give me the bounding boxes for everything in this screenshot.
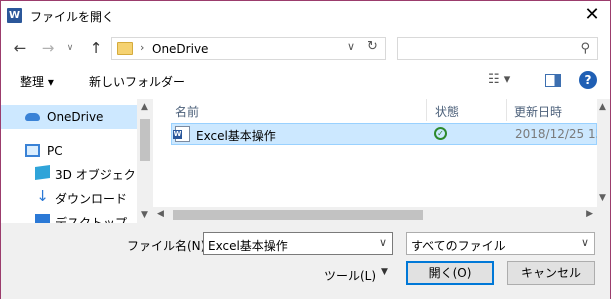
column-divider[interactable] <box>426 99 427 121</box>
sidebar-item-label: デスクトップ <box>55 216 128 223</box>
tools-button[interactable]: ツール(L) <box>324 267 376 284</box>
file-list-horizontal-scrollbar[interactable]: ◀ ▶ <box>153 207 597 223</box>
scroll-up-icon[interactable]: ▲ <box>599 102 606 112</box>
tools-dropdown-icon[interactable]: ▼ <box>381 267 388 277</box>
filename-label: ファイル名(N): <box>127 239 210 253</box>
file-name: Excel基本操作 <box>196 129 276 143</box>
sidebar-item-label: 3D オブジェクト <box>55 168 148 182</box>
scroll-thumb[interactable] <box>173 210 423 220</box>
refresh-icon[interactable]: ↻ <box>367 39 378 54</box>
folder-icon <box>117 42 133 55</box>
sort-ascending-icon: ^ <box>293 99 300 104</box>
word-document-icon: W <box>173 126 190 142</box>
search-input[interactable]: ⚲ <box>397 37 598 60</box>
help-icon[interactable]: ? <box>579 71 597 89</box>
sidebar-item-label: OneDrive <box>47 110 104 124</box>
forward-button[interactable]: → <box>38 37 58 59</box>
scroll-down-icon[interactable]: ▼ <box>599 193 606 203</box>
sync-status-icon: ✓ <box>434 127 447 140</box>
up-button[interactable]: ↑ <box>86 37 106 59</box>
back-button[interactable]: ← <box>10 37 30 59</box>
download-icon: ↓ <box>36 187 49 205</box>
word-app-icon: W <box>7 8 22 23</box>
view-options-icon[interactable]: ☷ ▾ <box>488 72 510 87</box>
preview-pane-icon[interactable] <box>545 74 561 87</box>
navigation-row: ← → ∨ ↑ › OneDrive ∨ ↻ ⚲ <box>1 35 610 63</box>
sidebar-item-label: ダウンロード <box>55 192 128 206</box>
new-folder-button[interactable]: 新しいフォルダー <box>89 73 185 90</box>
chevron-down-icon[interactable]: ∨ <box>379 236 387 249</box>
cancel-button[interactable]: キャンセル <box>507 261 595 285</box>
desktop-icon <box>35 214 50 223</box>
title-bar: W ファイルを開く ✕ <box>1 1 610 31</box>
breadcrumb[interactable]: OneDrive <box>152 42 208 56</box>
column-header-status[interactable]: 状態 <box>435 103 459 125</box>
table-row[interactable]: W Excel基本操作 ✓ 2018/12/25 15:2 <box>171 123 597 145</box>
breadcrumb-chevron-icon[interactable]: › <box>140 41 144 54</box>
search-icon[interactable]: ⚲ <box>580 41 590 56</box>
column-divider[interactable] <box>506 99 507 121</box>
scroll-up-icon[interactable]: ▲ <box>141 102 148 112</box>
file-list: ^ 名前 状態 更新日時 W Excel基本操作 ✓ 2018/12/25 15… <box>171 99 597 223</box>
filename-value[interactable]: Excel基本操作 <box>208 237 288 254</box>
cloud-icon <box>25 113 40 121</box>
sidebar-item-3d-objects[interactable]: 3D オブジェクト <box>1 161 148 185</box>
address-bar[interactable]: › OneDrive ∨ ↻ <box>111 37 386 60</box>
open-button[interactable]: 開く(O) <box>406 261 494 285</box>
file-type-select[interactable]: すべてのファイル ∨ <box>406 232 595 255</box>
chevron-down-icon[interactable]: ∨ <box>581 236 589 249</box>
sidebar-item-pc[interactable]: PC <box>1 139 137 163</box>
window-title: ファイルを開く <box>30 10 115 24</box>
sidebar-item-onedrive[interactable]: OneDrive <box>1 105 137 129</box>
sidebar-item-desktop[interactable]: デスクトップ <box>1 209 137 223</box>
open-file-dialog: W ファイルを開く ✕ ← → ∨ ↑ › OneDrive ∨ ↻ ⚲ 整理 … <box>0 0 611 299</box>
address-dropdown-icon[interactable]: ∨ <box>347 40 355 53</box>
pc-icon <box>25 144 40 157</box>
scroll-thumb[interactable] <box>140 119 150 161</box>
file-type-value: すべてのファイル <box>411 239 506 253</box>
dialog-footer: ファイル名(N): Excel基本操作 ∨ すべてのファイル ∨ ツール(L) … <box>1 223 610 299</box>
column-header-name[interactable]: 名前 <box>175 103 199 125</box>
navigation-pane-scrollbar[interactable]: ▲ ▼ <box>137 99 153 223</box>
word-letter: W <box>173 130 182 139</box>
scroll-left-icon[interactable]: ◀ <box>157 209 164 219</box>
navigation-pane: OneDrive PC 3D オブジェクト ↓ ダウンロード デスクトップ ▲ … <box>1 99 153 223</box>
command-bar: 整理 ▾ 新しいフォルダー ☷ ▾ ? <box>1 67 610 95</box>
sidebar-item-downloads[interactable]: ↓ ダウンロード <box>1 185 137 209</box>
organize-button[interactable]: 整理 ▾ <box>20 73 54 90</box>
filename-field[interactable]: Excel基本操作 ∨ <box>203 232 393 255</box>
scroll-right-icon[interactable]: ▶ <box>586 209 593 219</box>
scroll-down-icon[interactable]: ▼ <box>141 210 148 220</box>
recent-locations-button[interactable]: ∨ <box>63 37 77 59</box>
file-list-vertical-scrollbar[interactable]: ▲ ▼ <box>597 99 610 223</box>
file-modified-date: 2018/12/25 15:2 <box>515 127 597 141</box>
sidebar-item-label: PC <box>47 144 63 158</box>
cube-icon <box>35 164 50 181</box>
column-header-modified[interactable]: 更新日時 <box>514 103 562 125</box>
close-button[interactable]: ✕ <box>580 4 604 28</box>
